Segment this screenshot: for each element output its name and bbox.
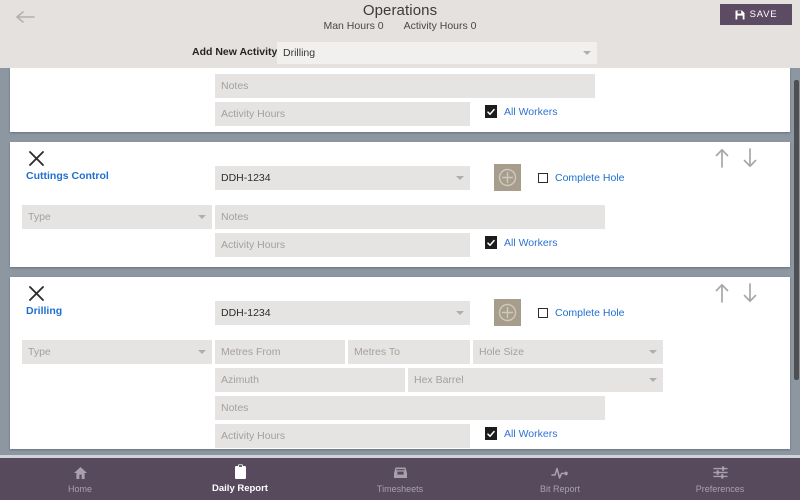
hole-size-select[interactable]: Hole Size (473, 340, 663, 364)
chevron-down-icon (583, 51, 591, 55)
chevron-down-icon (456, 176, 464, 180)
home-icon (73, 465, 88, 481)
add-hole-button-cuttings[interactable] (494, 164, 521, 191)
save-disk-icon (735, 10, 745, 20)
hole-select-value-cuttings: DDH-1234 (221, 172, 271, 184)
close-x-icon[interactable] (28, 285, 46, 303)
add-hole-button-drilling[interactable] (494, 299, 521, 326)
activity-card-partial: Notes Activity Hours All Workers (10, 68, 790, 132)
chevron-down-icon (649, 378, 657, 382)
all-workers-label-drilling[interactable]: All Workers (504, 428, 557, 440)
clipboard-icon (234, 464, 247, 480)
operations-screen: Operations Man Hours 0 Activity Hours 0 … (0, 0, 800, 500)
checkbox-unchecked-icon[interactable] (538, 173, 548, 183)
page-title: Operations (362, 2, 438, 19)
all-workers-toggle-partial[interactable]: All Workers (485, 105, 557, 118)
activity-card-drilling: Drilling DDH-1234 Complete Hole Type Met… (10, 277, 790, 449)
metres-from-field[interactable]: Metres From (215, 340, 345, 364)
activity-hours-stat: Activity Hours 0 (403, 20, 477, 32)
metres-to-field[interactable]: Metres To (348, 340, 470, 364)
type-select-cuttings[interactable]: Type (22, 205, 212, 229)
activity-hours-field-partial[interactable]: Activity Hours (215, 102, 470, 126)
all-workers-label-partial[interactable]: All Workers (504, 106, 557, 118)
activity-name-drilling[interactable]: Drilling (26, 305, 62, 317)
complete-hole-label-drilling[interactable]: Complete Hole (555, 307, 624, 319)
add-new-activity-value: Drilling (283, 47, 316, 59)
azimuth-field[interactable]: Azimuth (215, 368, 405, 392)
nav-label-timesheets: Timesheets (376, 483, 424, 494)
nav-item-bit-report[interactable]: Bit Report (480, 458, 640, 500)
pulse-wave-icon (551, 465, 569, 481)
hole-select-value-drilling: DDH-1234 (221, 307, 271, 319)
notes-field-cuttings[interactable]: Notes (215, 205, 605, 229)
nav-label-bit-report: Bit Report (539, 483, 581, 494)
plus-circle-icon (498, 168, 517, 187)
checkbox-checked-icon[interactable] (485, 105, 497, 118)
complete-hole-toggle-cuttings[interactable]: Complete Hole (538, 172, 624, 184)
nav-label-preferences: Preferences (695, 483, 745, 494)
chevron-down-icon (456, 311, 464, 315)
chevron-down-icon (198, 215, 206, 219)
nav-label-home: Home (67, 483, 92, 494)
nav-top-divider (0, 455, 800, 458)
activity-card-cuttings-control: Cuttings Control DDH-1234 Complete Hole (10, 142, 790, 267)
nav-item-home[interactable]: Home (0, 458, 160, 500)
hex-barrel-select[interactable]: Hex Barrel (408, 368, 663, 392)
activity-hours-field-cuttings[interactable]: Activity Hours (215, 233, 470, 257)
header-stats: Man Hours 0 Activity Hours 0 (0, 20, 800, 32)
hex-barrel-value: Hex Barrel (414, 374, 464, 386)
card-reorder-controls-cuttings (714, 148, 758, 173)
all-workers-label-cuttings[interactable]: All Workers (504, 237, 557, 249)
card-reorder-controls-drilling (714, 283, 758, 308)
save-button-label: SAVE (749, 9, 778, 20)
vertical-scrollbar[interactable] (793, 68, 800, 458)
nav-item-daily-report[interactable]: Daily Report (160, 458, 320, 500)
activity-hours-field-drilling[interactable]: Activity Hours (215, 424, 470, 448)
add-new-activity-label: Add New Activity (192, 46, 278, 58)
arrow-up-icon[interactable] (714, 283, 730, 308)
notes-field-drilling[interactable]: Notes (215, 396, 605, 420)
checkbox-checked-icon[interactable] (485, 427, 497, 440)
nav-item-timesheets[interactable]: Timesheets (320, 458, 480, 500)
scrollbar-thumb[interactable] (794, 80, 799, 380)
checkbox-checked-icon[interactable] (485, 236, 497, 249)
all-workers-toggle-drilling[interactable]: All Workers (485, 427, 557, 440)
hole-size-value: Hole Size (479, 346, 524, 358)
nav-item-preferences[interactable]: Preferences (640, 458, 800, 500)
inbox-tray-icon (393, 465, 408, 481)
app-header: Operations Man Hours 0 Activity Hours 0 … (0, 0, 800, 68)
sliders-icon (712, 465, 728, 481)
add-new-activity-select[interactable]: Drilling (277, 42, 597, 64)
hole-select-cuttings[interactable]: DDH-1234 (215, 166, 470, 190)
checkbox-unchecked-icon[interactable] (538, 308, 548, 318)
chevron-down-icon (649, 350, 657, 354)
bottom-navigation: Home Daily Report Timesheets Bit Report … (0, 455, 800, 500)
arrow-down-icon[interactable] (742, 148, 758, 173)
arrow-up-icon[interactable] (714, 148, 730, 173)
plus-circle-icon (498, 303, 517, 322)
save-button[interactable]: SAVE (720, 4, 792, 25)
close-x-icon[interactable] (28, 150, 46, 168)
arrow-down-icon[interactable] (742, 283, 758, 308)
nav-label-daily-report: Daily Report (212, 483, 268, 494)
type-select-value-drilling: Type (28, 346, 51, 358)
activity-name-cuttings-control[interactable]: Cuttings Control (26, 170, 109, 182)
man-hours-stat: Man Hours 0 (323, 20, 384, 32)
hole-select-drilling[interactable]: DDH-1234 (215, 301, 470, 325)
type-select-drilling[interactable]: Type (22, 340, 212, 364)
chevron-down-icon (198, 350, 206, 354)
all-workers-toggle-cuttings[interactable]: All Workers (485, 236, 557, 249)
complete-hole-toggle-drilling[interactable]: Complete Hole (538, 307, 624, 319)
type-select-value-cuttings: Type (28, 211, 51, 223)
complete-hole-label-cuttings[interactable]: Complete Hole (555, 172, 624, 184)
notes-field-partial[interactable]: Notes (215, 74, 595, 98)
activity-list-scroll[interactable]: Notes Activity Hours All Workers Cutting… (0, 68, 800, 458)
